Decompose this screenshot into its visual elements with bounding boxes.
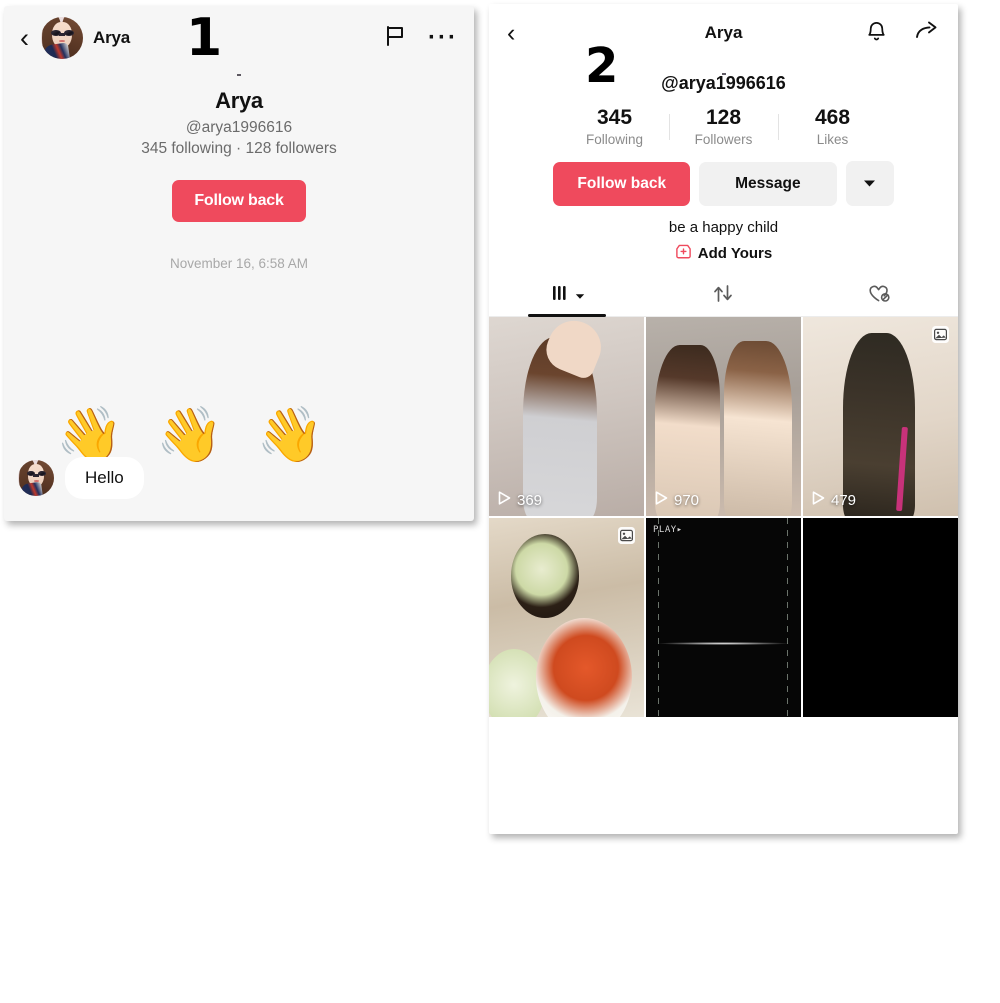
conversation-title: Arya	[93, 28, 131, 47]
profile-handle: @arya1996616	[661, 73, 786, 93]
more-options-button[interactable]	[845, 161, 894, 207]
panel1-header-actions: ···	[384, 24, 458, 52]
profile-tabs	[489, 276, 958, 318]
grid-cell[interactable]: 479	[803, 317, 958, 517]
follow-back-button[interactable]: Follow back	[553, 161, 691, 206]
share-arrow-icon[interactable]	[914, 19, 940, 48]
liked-private-icon	[867, 283, 892, 309]
profile-counts: 345 following · 128 followers	[141, 140, 337, 157]
tab-posts[interactable]	[489, 276, 645, 316]
profile-bio: be a happy child	[668, 219, 779, 237]
post-grid: 369 970 479 PLAY▸	[489, 317, 958, 718]
panel2-profile-block: @arya1996616 345 Following 128 Followers…	[489, 73, 958, 264]
play-count: 479	[812, 491, 856, 509]
repost-icon	[712, 283, 734, 309]
panel1-header: ‹ Arya ···	[4, 6, 474, 70]
message-avatar[interactable]	[18, 460, 54, 496]
message-row: Hello	[18, 457, 144, 499]
stat-followers-count: 128	[705, 106, 742, 129]
tab-reposts[interactable]	[645, 276, 801, 316]
stat-likes[interactable]: 468 Likes	[779, 106, 887, 147]
profile-page: ‹ Arya @arya1996616 345 Following 128 Fo…	[489, 4, 958, 834]
photo-icon	[617, 526, 636, 550]
stat-likes-count: 468	[814, 106, 851, 129]
play-count: 369	[498, 491, 542, 509]
play-count-value: 970	[674, 491, 700, 509]
add-yours-label: Add Yours	[697, 245, 773, 263]
avatar[interactable]	[41, 17, 83, 59]
message-button[interactable]: Message	[699, 161, 837, 206]
photo-icon	[931, 325, 950, 349]
play-triangle-icon	[655, 491, 668, 509]
grid-cell[interactable]	[489, 518, 644, 718]
play-triangle-icon	[812, 491, 825, 509]
profile-display-name: Arya	[215, 88, 263, 113]
grid-cell[interactable]: 970	[646, 317, 801, 517]
panel1-profile-block: Arya @arya1996616 345 following · 128 fo…	[4, 70, 474, 271]
panel2-header: ‹ Arya	[489, 4, 958, 62]
play-watermark: PLAY▸	[653, 525, 683, 536]
dm-profile-card: ‹ Arya ··· Arya @arya1996616 345 followi…	[4, 6, 474, 521]
tab-liked[interactable]	[802, 276, 958, 316]
emoji-message: 👋 👋 👋	[56, 403, 333, 466]
stat-followers-label: Followers	[694, 132, 753, 148]
profile-handle: @arya1996616	[185, 119, 293, 136]
more-horizontal-icon[interactable]: ···	[428, 25, 458, 50]
stat-following-count: 345	[596, 106, 633, 129]
chevron-down-icon	[863, 176, 876, 191]
stat-likes-label: Likes	[816, 132, 849, 148]
annotation-marker-1: 1	[186, 8, 223, 68]
message-bubble: Hello	[65, 457, 144, 499]
chevron-down-icon	[575, 287, 585, 305]
profile-stats: 345 Following 128 Followers 468 Likes	[489, 106, 958, 147]
bell-icon[interactable]	[865, 19, 888, 48]
panel2-header-actions	[865, 19, 940, 48]
play-count-value: 369	[517, 491, 543, 509]
stat-following-label: Following	[585, 132, 644, 148]
grid-cell[interactable]: PLAY▸	[646, 518, 801, 718]
stat-followers[interactable]: 128 Followers	[670, 106, 778, 147]
message-timestamp: November 16, 6:58 AM	[169, 256, 309, 271]
add-yours-button[interactable]: Add Yours	[489, 243, 958, 264]
profile-action-buttons: Follow back Message	[489, 161, 958, 207]
grid-posts-icon	[550, 285, 570, 307]
grid-cell[interactable]: 369	[489, 317, 644, 517]
flag-icon[interactable]	[384, 24, 406, 52]
follow-back-button[interactable]: Follow back	[172, 180, 306, 222]
grid-cell[interactable]	[803, 518, 958, 718]
back-icon[interactable]: ‹	[20, 24, 29, 52]
annotation-marker-2: 2	[585, 38, 619, 94]
play-count-value: 479	[831, 491, 857, 509]
play-count: 970	[655, 491, 699, 509]
stat-following[interactable]: 345 Following	[561, 106, 669, 147]
add-yours-plus-icon	[675, 243, 692, 264]
play-triangle-icon	[498, 491, 511, 509]
